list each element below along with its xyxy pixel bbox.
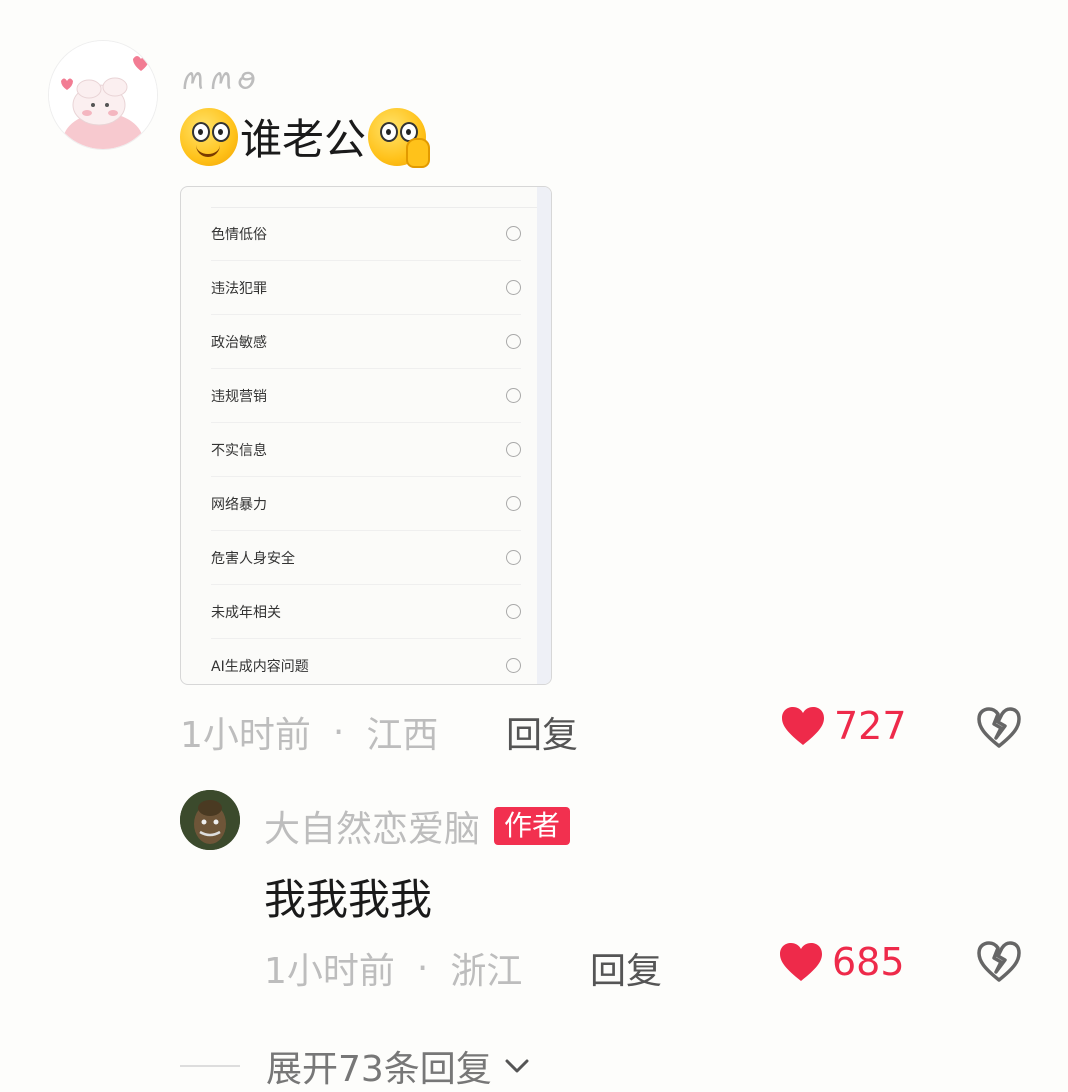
- reply-meta: 1小时前 · 浙江: [264, 942, 522, 994]
- report-option-label: 危害人身安全: [211, 550, 295, 567]
- radio-circle-icon[interactable]: [506, 334, 521, 349]
- report-option-label: 违法犯罪: [211, 280, 267, 297]
- broken-heart-icon[interactable]: [976, 940, 1022, 984]
- like-button[interactable]: 727: [780, 704, 907, 748]
- like-count: 727: [834, 704, 907, 748]
- meta-separator: ·: [416, 947, 429, 989]
- shush-emoji-icon: [368, 107, 431, 168]
- radio-circle-icon[interactable]: [506, 658, 521, 673]
- reply-like-count: 685: [832, 940, 905, 984]
- author-badge: 作者: [494, 807, 571, 845]
- report-screenshot-image[interactable]: 色情低俗违法犯罪政治敏感违规营销不实信息网络暴力危害人身安全 未成年相关 AI生成内…: [180, 186, 552, 685]
- expand-divider: [180, 1065, 240, 1067]
- reply-body: 我我我我: [264, 875, 433, 924]
- radio-circle-icon[interactable]: [506, 604, 521, 619]
- heart-icon: [780, 943, 822, 981]
- radio-circle-icon[interactable]: [506, 226, 521, 241]
- report-option-label: 不实信息: [211, 442, 267, 459]
- report-option-label: 政治敏感: [211, 334, 267, 351]
- reply-like-button[interactable]: 685: [778, 940, 905, 984]
- report-option[interactable]: 不实信息: [211, 423, 521, 477]
- heart-icon: [782, 707, 824, 745]
- reply-avatar[interactable]: [180, 790, 240, 850]
- report-option[interactable]: 危害人身安全: [211, 531, 521, 585]
- smile-emoji-icon: [180, 107, 238, 166]
- reply-time: 1小时前: [264, 951, 395, 992]
- reply-reply-button[interactable]: 回复: [590, 942, 662, 994]
- avatar[interactable]: [48, 40, 158, 150]
- radio-circle-icon[interactable]: [506, 496, 521, 511]
- radio-circle-icon[interactable]: [506, 550, 521, 565]
- report-option[interactable]: 网络暴力: [211, 477, 521, 531]
- meta-separator: ·: [332, 711, 345, 753]
- report-option[interactable]: 违规营销: [211, 369, 521, 423]
- comment-username[interactable]: ꪔꪔꪮ: [180, 50, 258, 113]
- reply-username-row: 大自然恋爱脑 作者: [264, 800, 571, 852]
- report-option[interactable]: 政治敏感: [211, 315, 521, 369]
- report-option[interactable]: 违法犯罪: [211, 261, 521, 315]
- reply-username[interactable]: 大自然恋爱脑: [264, 800, 480, 852]
- comment-time: 1小时前: [180, 715, 311, 756]
- comment-meta: 1小时前 · 江西: [180, 706, 438, 758]
- comment-body: 谁老公: [240, 115, 367, 164]
- radio-circle-icon[interactable]: [506, 280, 521, 295]
- reply-button[interactable]: 回复: [506, 706, 578, 758]
- report-option-label: 违规营销: [211, 388, 267, 405]
- report-option-label: AI生成内容问题: [211, 658, 309, 675]
- report-option-label: 网络暴力: [211, 496, 267, 513]
- expand-replies-button[interactable]: 展开73条回复: [180, 1040, 532, 1092]
- chevron-down-icon: [505, 1059, 529, 1073]
- broken-heart-icon[interactable]: [976, 706, 1022, 750]
- radio-circle-icon[interactable]: [506, 388, 521, 403]
- report-option[interactable]: 色情低俗: [211, 207, 521, 261]
- expand-label: 展开73条回复: [266, 1049, 492, 1090]
- report-options-list: 色情低俗违法犯罪政治敏感违规营销不实信息网络暴力危害人身安全 未成年相关 AI生成内…: [211, 207, 521, 684]
- comment-text: 谁老公: [180, 106, 431, 168]
- card-scroll-edge: [537, 187, 551, 684]
- reply-location: 浙江: [450, 951, 523, 992]
- report-option-label: 未成年相关: [211, 604, 281, 621]
- comment-location: 江西: [366, 715, 439, 756]
- report-option[interactable]: AI生成内容问题: [211, 639, 521, 684]
- report-option-label: 色情低俗: [211, 226, 267, 243]
- radio-circle-icon[interactable]: [506, 442, 521, 457]
- report-option[interactable]: 未成年相关: [211, 585, 521, 639]
